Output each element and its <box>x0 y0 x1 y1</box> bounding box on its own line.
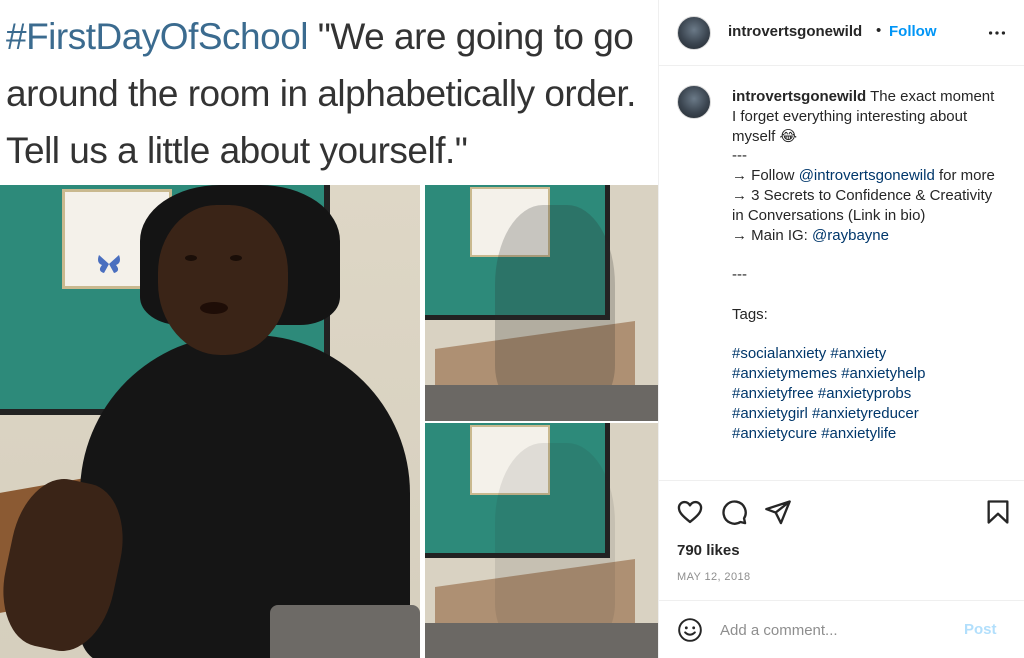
chair <box>425 385 658 421</box>
meme-hashtag: #FirstDayOfSchool <box>6 16 309 57</box>
caption-separator: --- <box>732 266 747 284</box>
caption-avatar[interactable] <box>677 85 711 119</box>
meme-caption-text: #FirstDayOfSchool "We are going to go ar… <box>6 8 656 179</box>
caption-separator: --- <box>732 147 747 165</box>
person-mouth <box>200 302 228 314</box>
emoji-icon[interactable] <box>677 617 703 643</box>
caption-username[interactable]: introvertsgonewild <box>732 88 866 105</box>
header-username[interactable]: introvertsgonewild <box>728 23 862 40</box>
fading-person <box>495 443 615 643</box>
chair <box>270 605 420 658</box>
person-eye <box>185 255 197 261</box>
fading-person <box>495 205 615 405</box>
hashtag-line[interactable]: #anxietygirl #anxietyreducer <box>732 404 1002 424</box>
comment-bar: Post <box>659 600 1024 658</box>
tags-label: Tags: <box>732 305 768 323</box>
main-ig-handle-link[interactable]: @raybayne <box>812 227 889 244</box>
caption-area: introvertsgonewild The exact moment I fo… <box>659 67 1024 480</box>
comment-input[interactable] <box>720 618 950 642</box>
caption-main-ig-line: → Main IG: @raybayne <box>732 226 1002 246</box>
follow-handle-link[interactable]: @introvertsgonewild <box>799 167 935 184</box>
bookmark-icon[interactable] <box>984 498 1012 526</box>
follow-button[interactable]: Follow <box>889 23 937 40</box>
post-header: introvertsgonewild • Follow <box>659 0 1024 66</box>
follow-suffix: for more <box>934 167 995 185</box>
meme-photo-fading-1 <box>425 185 658 421</box>
avatar[interactable] <box>677 16 711 50</box>
hashtag-line[interactable]: #anxietyfree #anxietyprobs <box>732 384 1002 404</box>
heart-icon[interactable] <box>676 498 704 526</box>
caption-first-line: introvertsgonewild The exact moment I fo… <box>732 87 1002 146</box>
hashtag-line[interactable]: #anxietycure #anxietylife <box>732 424 1002 444</box>
person-face <box>158 205 288 355</box>
caption-text: introvertsgonewild The exact moment I fo… <box>732 87 1002 443</box>
post-media[interactable]: #FirstDayOfSchool "We are going to go ar… <box>0 0 658 658</box>
caption-secrets-line: → 3 Secrets to Confidence & Creativity i… <box>732 186 993 224</box>
more-horizontal-icon[interactable] <box>986 22 1008 44</box>
person-eye <box>230 255 242 261</box>
post-actions: 790 likes MAY 12, 2018 <box>659 480 1024 600</box>
main-ig-prefix: → Main IG: <box>732 226 813 244</box>
caption-follow-line: → Follow @introvertsgonewild for more <box>732 166 1002 186</box>
hashtag-line[interactable]: #socialanxiety #anxiety <box>732 344 1002 364</box>
hashtag-line[interactable]: #anxietymemes #anxietyhelp <box>732 364 1002 384</box>
meme-photo-fading-2 <box>425 423 658 658</box>
butterfly-icon <box>98 255 120 273</box>
header-separator: • <box>876 22 882 39</box>
share-icon[interactable] <box>764 498 792 526</box>
post-side-panel: introvertsgonewild • Follow introvertsgo… <box>658 0 1024 658</box>
meme-photo-main <box>0 185 420 658</box>
post-date: MAY 12, 2018 <box>677 571 751 583</box>
likes-count[interactable]: 790 likes <box>677 542 740 559</box>
chair <box>425 623 658 658</box>
post-comment-button[interactable]: Post <box>964 621 997 638</box>
comment-icon[interactable] <box>720 498 748 526</box>
follow-prefix: → Follow <box>732 167 799 185</box>
